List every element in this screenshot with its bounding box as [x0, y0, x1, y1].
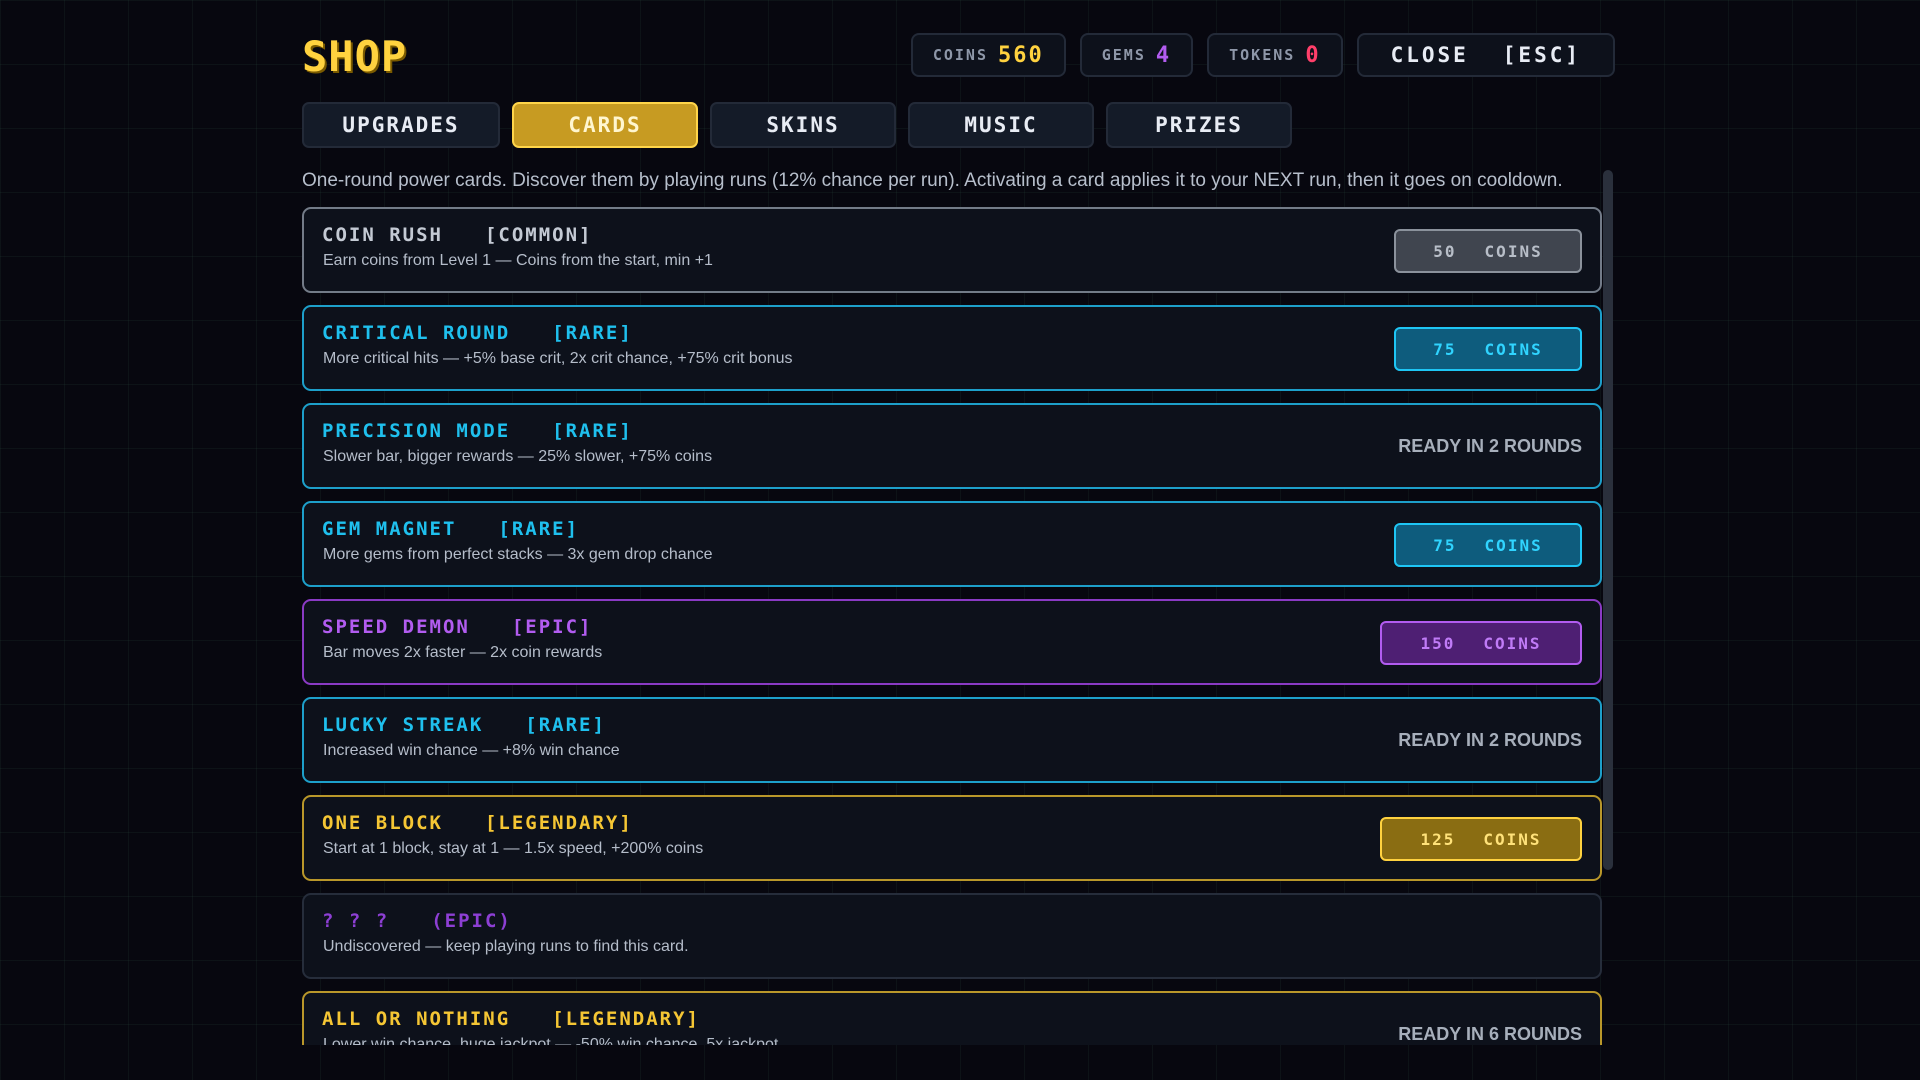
card-title: COIN RUSH [COMMON] — [322, 224, 592, 246]
card-title: ? ? ? (EPIC) — [322, 910, 512, 932]
cooldown-status: READY IN 2 ROUNDS — [1398, 435, 1582, 456]
tokens-counter: TOKENS 0 — [1207, 33, 1343, 77]
price: 50 — [1433, 241, 1457, 261]
buy-button[interactable]: 50 COINS — [1394, 229, 1582, 273]
tab-cards[interactable]: CARDS — [512, 102, 698, 148]
tab-skins[interactable]: SKINS — [710, 102, 896, 148]
card-name: PRECISION MODE — [322, 420, 511, 442]
card-title: LUCKY STREAK [RARE] — [322, 714, 606, 736]
currency: COINS — [1484, 339, 1543, 359]
card-all-or-nothing: ALL OR NOTHING [LEGENDARY] Lower win chan… — [302, 991, 1602, 1045]
card-rarity: [RARE] — [525, 714, 606, 736]
buy-button[interactable]: 75 COINS — [1394, 523, 1582, 567]
card-description: Increased win chance — +8% win chance — [323, 742, 620, 759]
gems-counter: GEMS 4 — [1079, 33, 1194, 77]
cards-description: One-round power cards. Discover them by … — [302, 170, 1563, 191]
tokens-value: 0 — [1305, 42, 1321, 68]
card-title: PRECISION MODE [RARE] — [322, 420, 633, 442]
card-description: Undiscovered — keep playing runs to find… — [323, 938, 689, 955]
close-button[interactable]: CLOSE [ESC] — [1356, 33, 1615, 77]
card-coin-rush: COIN RUSH [COMMON] Earn coins from Level … — [302, 207, 1602, 293]
buy-button[interactable]: 125 COINS — [1380, 817, 1582, 861]
card-name: ONE BLOCK — [322, 812, 443, 834]
card-description: Start at 1 block, stay at 1 — 1.5x speed… — [323, 840, 704, 857]
card-rarity: [LEGENDARY] — [552, 1008, 700, 1030]
card-description: More critical hits — +5% base crit, 2x c… — [323, 350, 793, 367]
buy-button[interactable]: 150 COINS — [1380, 621, 1582, 665]
tab-music[interactable]: MUSIC — [908, 102, 1094, 148]
shop-tabs: UPGRADES CARDS SKINS MUSIC PRIZES — [302, 102, 1292, 148]
price: 75 — [1433, 535, 1457, 555]
card-title: ALL OR NOTHING [LEGENDARY] — [322, 1008, 700, 1030]
card-name: COIN RUSH — [322, 224, 443, 246]
tokens-label: TOKENS — [1229, 46, 1296, 64]
card-undiscovered: ? ? ? (EPIC) Undiscovered — keep playing … — [302, 893, 1602, 979]
currency-bar: COINS 560 GEMS 4 TOKENS 0 CLOSE [ESC] — [910, 33, 1615, 77]
card-name: ALL OR NOTHING — [322, 1008, 511, 1030]
card-description: Earn coins from Level 1 — Coins from the… — [323, 252, 713, 269]
price: 75 — [1433, 339, 1457, 359]
card-precision-mode: PRECISION MODE [RARE] Slower bar, bigger … — [302, 403, 1602, 489]
card-rarity: [LEGENDARY] — [484, 812, 633, 834]
currency: COINS — [1484, 241, 1543, 261]
card-list-scrollbar[interactable] — [1603, 170, 1613, 870]
card-name: ? ? ? — [322, 910, 390, 932]
card-list[interactable]: COIN RUSH [COMMON] Earn coins from Level … — [302, 207, 1602, 1045]
coins-counter: COINS 560 — [910, 33, 1066, 77]
close-shortcut: [ESC] — [1502, 43, 1581, 67]
card-critical-round: CRITICAL ROUND [RARE] More critical hits … — [302, 305, 1602, 391]
price: 150 — [1420, 633, 1456, 653]
card-rarity: [RARE] — [552, 322, 633, 344]
card-rarity: [RARE] — [498, 518, 580, 540]
card-gem-magnet: GEM MAGNET [RARE] More gems from perfect … — [302, 501, 1602, 587]
card-title: ONE BLOCK [LEGENDARY] — [322, 812, 633, 834]
close-label: CLOSE — [1390, 43, 1469, 67]
card-title: CRITICAL ROUND [RARE] — [322, 322, 633, 344]
price: 125 — [1420, 829, 1456, 849]
card-one-block: ONE BLOCK [LEGENDARY] Start at 1 block, s… — [302, 795, 1602, 881]
card-description: More gems from perfect stacks — 3x gem d… — [323, 546, 713, 563]
coins-label: COINS — [932, 46, 988, 64]
card-lucky-streak: LUCKY STREAK [RARE] Increased win chance … — [302, 697, 1602, 783]
card-name: CRITICAL ROUND — [322, 322, 511, 344]
coins-value: 560 — [998, 42, 1044, 68]
tab-prizes[interactable]: PRIZES — [1106, 102, 1292, 148]
card-rarity: (EPIC) — [431, 910, 512, 932]
card-name: LUCKY STREAK — [322, 714, 484, 736]
card-title: SPEED DEMON [EPIC] — [322, 616, 592, 638]
currency: COINS — [1483, 829, 1542, 849]
gems-value: 4 — [1155, 42, 1172, 68]
tab-upgrades[interactable]: UPGRADES — [302, 102, 500, 148]
shop-header: SHOP COINS 560 GEMS 4 TOKENS 0 CLOSE [ES… — [302, 33, 1615, 81]
card-description: Bar moves 2x faster — 2x coin rewards — [323, 644, 603, 661]
card-speed-demon: SPEED DEMON [EPIC] Bar moves 2x faster — … — [302, 599, 1602, 685]
currency: COINS — [1483, 633, 1542, 653]
buy-button[interactable]: 75 COINS — [1394, 327, 1582, 371]
cooldown-status: READY IN 6 ROUNDS — [1398, 1023, 1582, 1044]
currency: COINS — [1484, 535, 1543, 555]
cooldown-status: READY IN 2 ROUNDS — [1398, 729, 1582, 750]
shop-title: SHOP — [302, 32, 408, 81]
card-rarity: [EPIC] — [511, 616, 593, 638]
card-title: GEM MAGNET [RARE] — [322, 518, 579, 540]
card-name: GEM MAGNET — [322, 518, 457, 540]
card-description: Slower bar, bigger rewards — 25% slower,… — [323, 448, 713, 465]
card-rarity: [COMMON] — [484, 224, 593, 246]
card-rarity: [RARE] — [552, 420, 633, 442]
gems-label: GEMS — [1101, 46, 1146, 64]
card-name: SPEED DEMON — [322, 616, 470, 638]
card-description: Lower win chance, huge jackpot — -50% wi… — [323, 1036, 779, 1045]
